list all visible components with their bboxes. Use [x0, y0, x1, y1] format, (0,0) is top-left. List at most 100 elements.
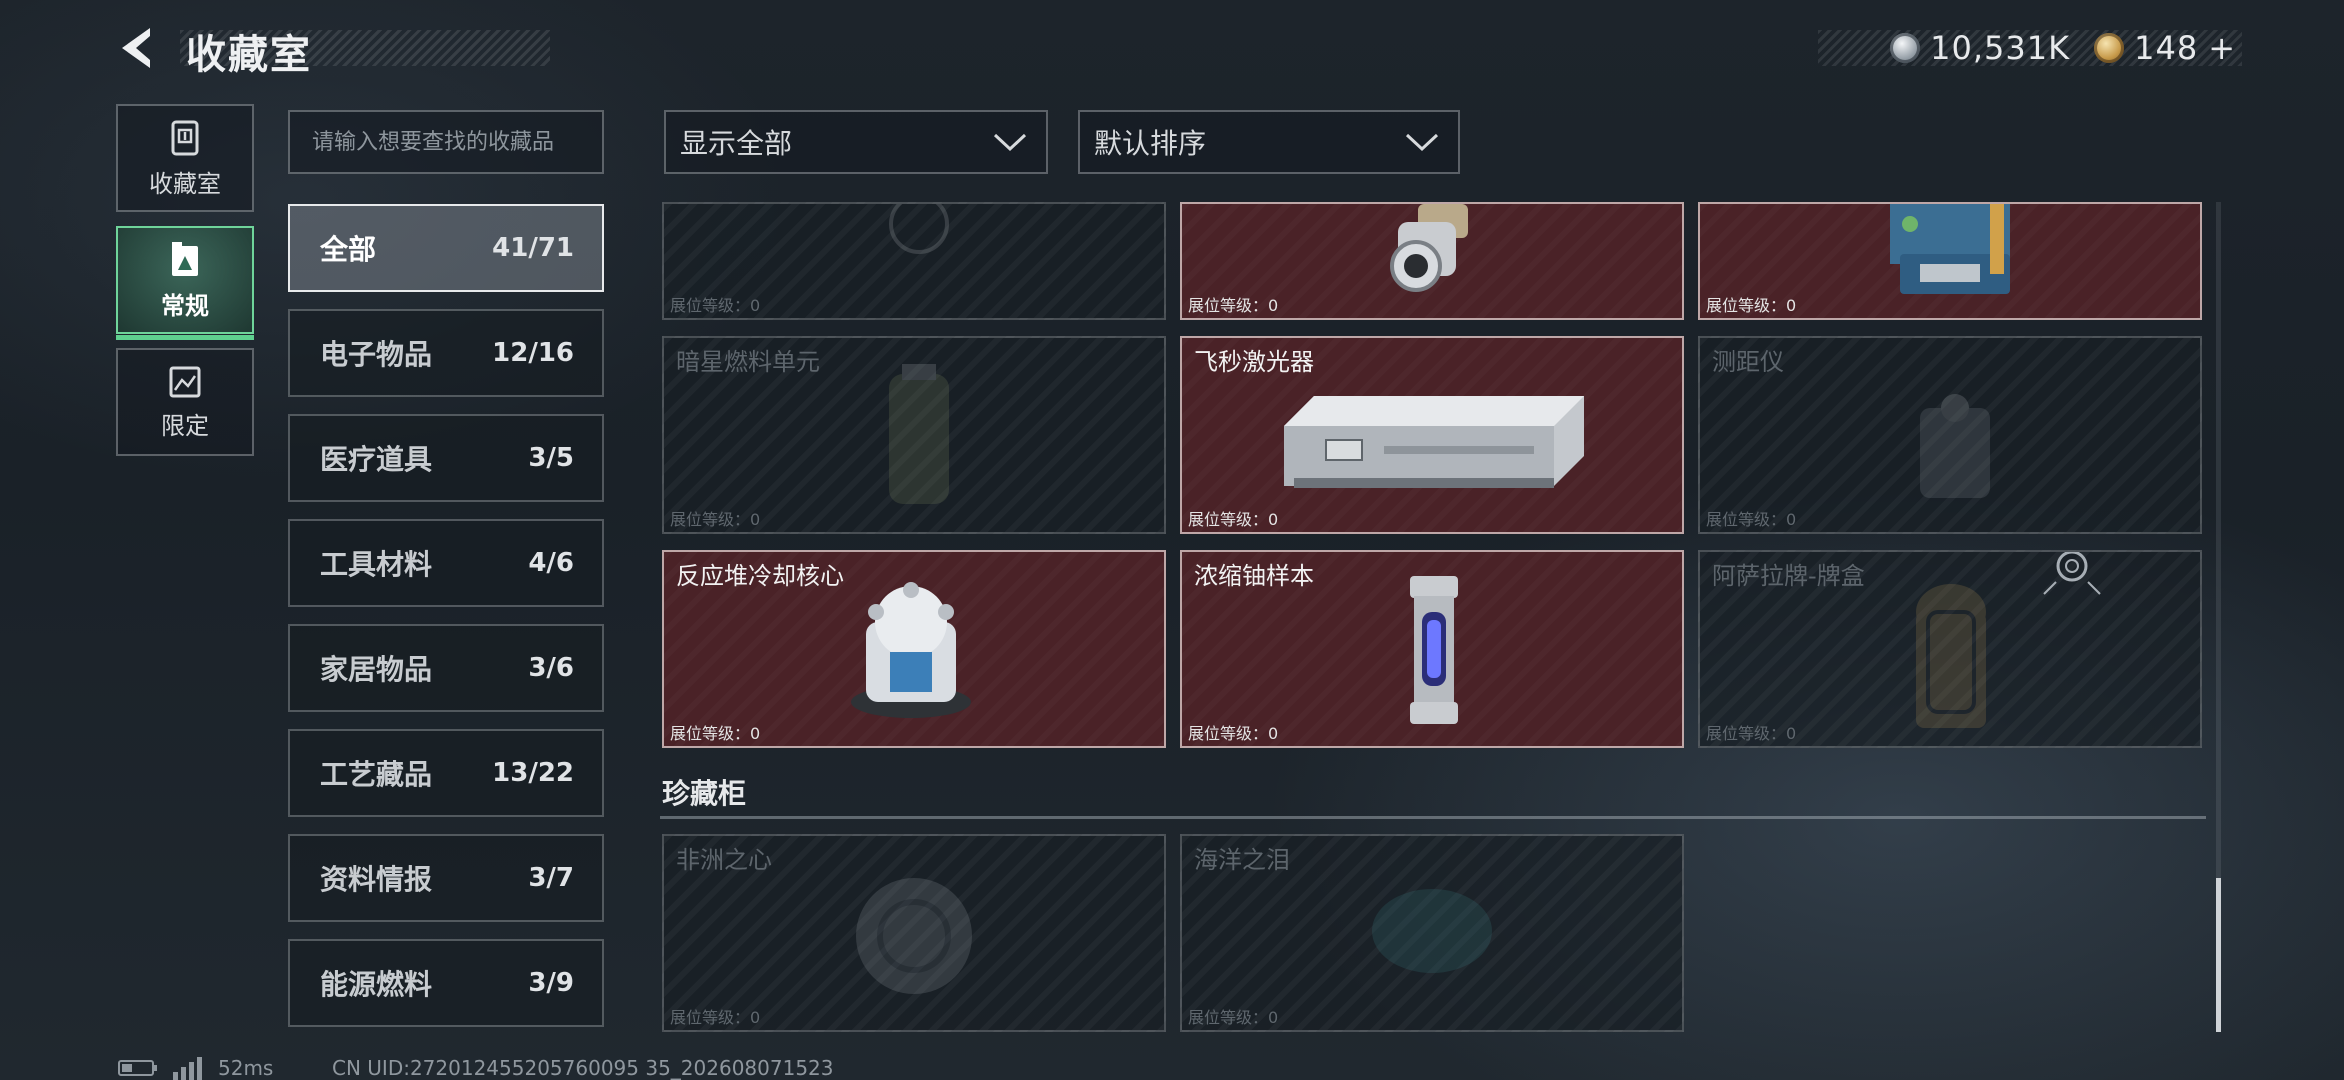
display-filter-dropdown[interactable]: 显示全部 [664, 110, 1048, 174]
category-name: 全部 [320, 233, 377, 266]
category-name: 家居物品 [320, 653, 433, 686]
collection-card[interactable]: 展位等级：0 [1698, 202, 2202, 320]
card-name: 暗星燃料单元 [676, 348, 820, 376]
search-box[interactable] [288, 110, 604, 174]
category-tools[interactable]: 工具材料 4/6 [288, 519, 604, 607]
collection-card[interactable]: 暗星燃料单元 展位等级：0 [662, 336, 1166, 534]
category-count: 12/16 [492, 338, 574, 368]
rail-tab-limited[interactable]: 限定 [116, 348, 254, 456]
rail-label-regular: 常规 [161, 291, 209, 320]
rail-label-vault: 收藏室 [149, 169, 221, 198]
gold-coin-icon [2094, 33, 2125, 63]
treasure-card[interactable]: 非洲之心 展位等级：0 [662, 834, 1166, 1032]
category-count: 3/6 [528, 653, 574, 683]
collection-card[interactable]: 测距仪 展位等级：0 [1698, 336, 2202, 534]
sort-label: 默认排序 [1094, 127, 1207, 160]
heart-of-africa-icon [856, 878, 972, 994]
collection-card[interactable]: 展位等级：0 [662, 202, 1166, 320]
treasure-card[interactable]: 海洋之泪 展位等级：0 [1180, 834, 1684, 1032]
chevron-down-icon [1405, 133, 1439, 152]
display-filter-label: 显示全部 [680, 127, 793, 160]
category-name: 医疗道具 [320, 443, 433, 476]
card-name: 飞秒激光器 [1194, 348, 1314, 376]
card-level: 展位等级：0 [1188, 510, 1279, 529]
sort-dropdown[interactable]: 默认排序 [1078, 110, 1460, 174]
page-title: 收藏室 [186, 32, 312, 78]
circuit-device-icon [1890, 204, 2010, 294]
collection-card[interactable]: 阿萨拉牌-牌盒 展位等级：0 [1698, 550, 2202, 748]
card-box-icon [1916, 584, 1986, 728]
category-count: 4/6 [528, 548, 574, 578]
item-art-icon [889, 204, 949, 254]
category-household[interactable]: 家居物品 3/6 [288, 624, 604, 712]
gold-currency[interactable]: 148 + [2094, 29, 2236, 67]
silver-value: 10,531K [1930, 29, 2071, 67]
scrollbar-thumb[interactable] [2216, 878, 2221, 1032]
rail-label-limited: 限定 [161, 411, 209, 440]
rangefinder-icon [1920, 394, 1990, 498]
card-name: 反应堆冷却核心 [676, 562, 844, 590]
add-gold-button[interactable]: + [2208, 29, 2236, 67]
signal-icon [173, 1057, 202, 1080]
search-input[interactable] [312, 129, 580, 155]
card-name: 测距仪 [1712, 348, 1784, 376]
rail-tab-vault[interactable]: 收藏室 [116, 104, 254, 212]
card-level: 展位等级：0 [1706, 296, 1797, 315]
collection-card[interactable]: 展位等级：0 [1180, 202, 1684, 320]
gold-value: 148 [2134, 29, 2199, 67]
ping-value: 52ms [218, 1056, 274, 1080]
category-count: 3/7 [528, 863, 574, 893]
vault-icon [171, 120, 199, 155]
card-level: 展位等级：0 [1188, 724, 1279, 743]
category-count: 41/71 [492, 233, 574, 263]
card-level: 展位等级：0 [670, 296, 761, 315]
collection-card[interactable]: 浓缩铀样本 展位等级：0 [1180, 550, 1684, 748]
valve-part-icon [1390, 204, 1468, 292]
fuel-cell-icon [889, 364, 949, 504]
category-name: 电子物品 [320, 338, 433, 371]
card-level: 展位等级：0 [670, 510, 761, 529]
laser-device-icon [1284, 396, 1584, 488]
category-electronics[interactable]: 电子物品 12/16 [288, 309, 604, 397]
card-level: 展位等级：0 [1188, 1008, 1279, 1027]
card-level: 展位等级：0 [1706, 724, 1797, 743]
back-button[interactable] [116, 24, 164, 72]
chevron-down-icon [993, 133, 1027, 152]
category-count: 13/22 [492, 758, 574, 788]
category-name: 能源燃料 [320, 968, 433, 1001]
category-intel[interactable]: 资料情报 3/7 [288, 834, 604, 922]
category-count: 3/5 [528, 443, 574, 473]
status-bar: 52ms [118, 1056, 273, 1080]
card-name: 海洋之泪 [1194, 846, 1290, 874]
battery-icon [118, 1060, 157, 1076]
card-name: 浓缩铀样本 [1194, 562, 1314, 590]
collection-card[interactable]: 反应堆冷却核心 展位等级：0 [662, 550, 1166, 748]
reactor-core-icon [851, 582, 971, 718]
collection-grid: 展位等级：0 展位等级：0 展位等级：0 暗星燃料单元 展位等级：0 飞秒激光器 [660, 202, 2208, 1032]
card-level: 展位等级：0 [670, 1008, 761, 1027]
category-crafts[interactable]: 工艺藏品 13/22 [288, 729, 604, 817]
limited-image-icon [169, 366, 201, 397]
category-all[interactable]: 全部 41/71 [288, 204, 604, 292]
card-name: 非洲之心 [676, 846, 772, 874]
silver-currency[interactable]: 10,531K [1890, 29, 2070, 67]
collection-card[interactable]: 飞秒激光器 展位等级：0 [1180, 336, 1684, 534]
category-name: 工具材料 [320, 548, 433, 581]
category-name: 资料情报 [320, 863, 433, 896]
user-uid: CN UID:272012455205760095 35_20260807152… [332, 1056, 834, 1080]
target-reticle-icon [2043, 552, 2101, 595]
collection-book-icon [172, 241, 198, 276]
rail-tab-regular[interactable]: 常规 [116, 226, 254, 340]
back-arrow-icon [122, 28, 150, 68]
category-name: 工艺藏品 [320, 758, 433, 791]
category-energy[interactable]: 能源燃料 3/9 [288, 939, 604, 1027]
card-level: 展位等级：0 [1706, 510, 1797, 529]
card-name: 阿萨拉牌-牌盒 [1712, 562, 1865, 590]
ocean-tear-icon [1372, 889, 1492, 973]
card-level: 展位等级：0 [670, 724, 761, 743]
uranium-sample-icon [1410, 576, 1458, 724]
category-medical[interactable]: 医疗道具 3/5 [288, 414, 604, 502]
silver-coin-icon [1890, 33, 1921, 63]
card-level: 展位等级：0 [1188, 296, 1279, 315]
section-title: 珍藏柜 [662, 777, 747, 810]
